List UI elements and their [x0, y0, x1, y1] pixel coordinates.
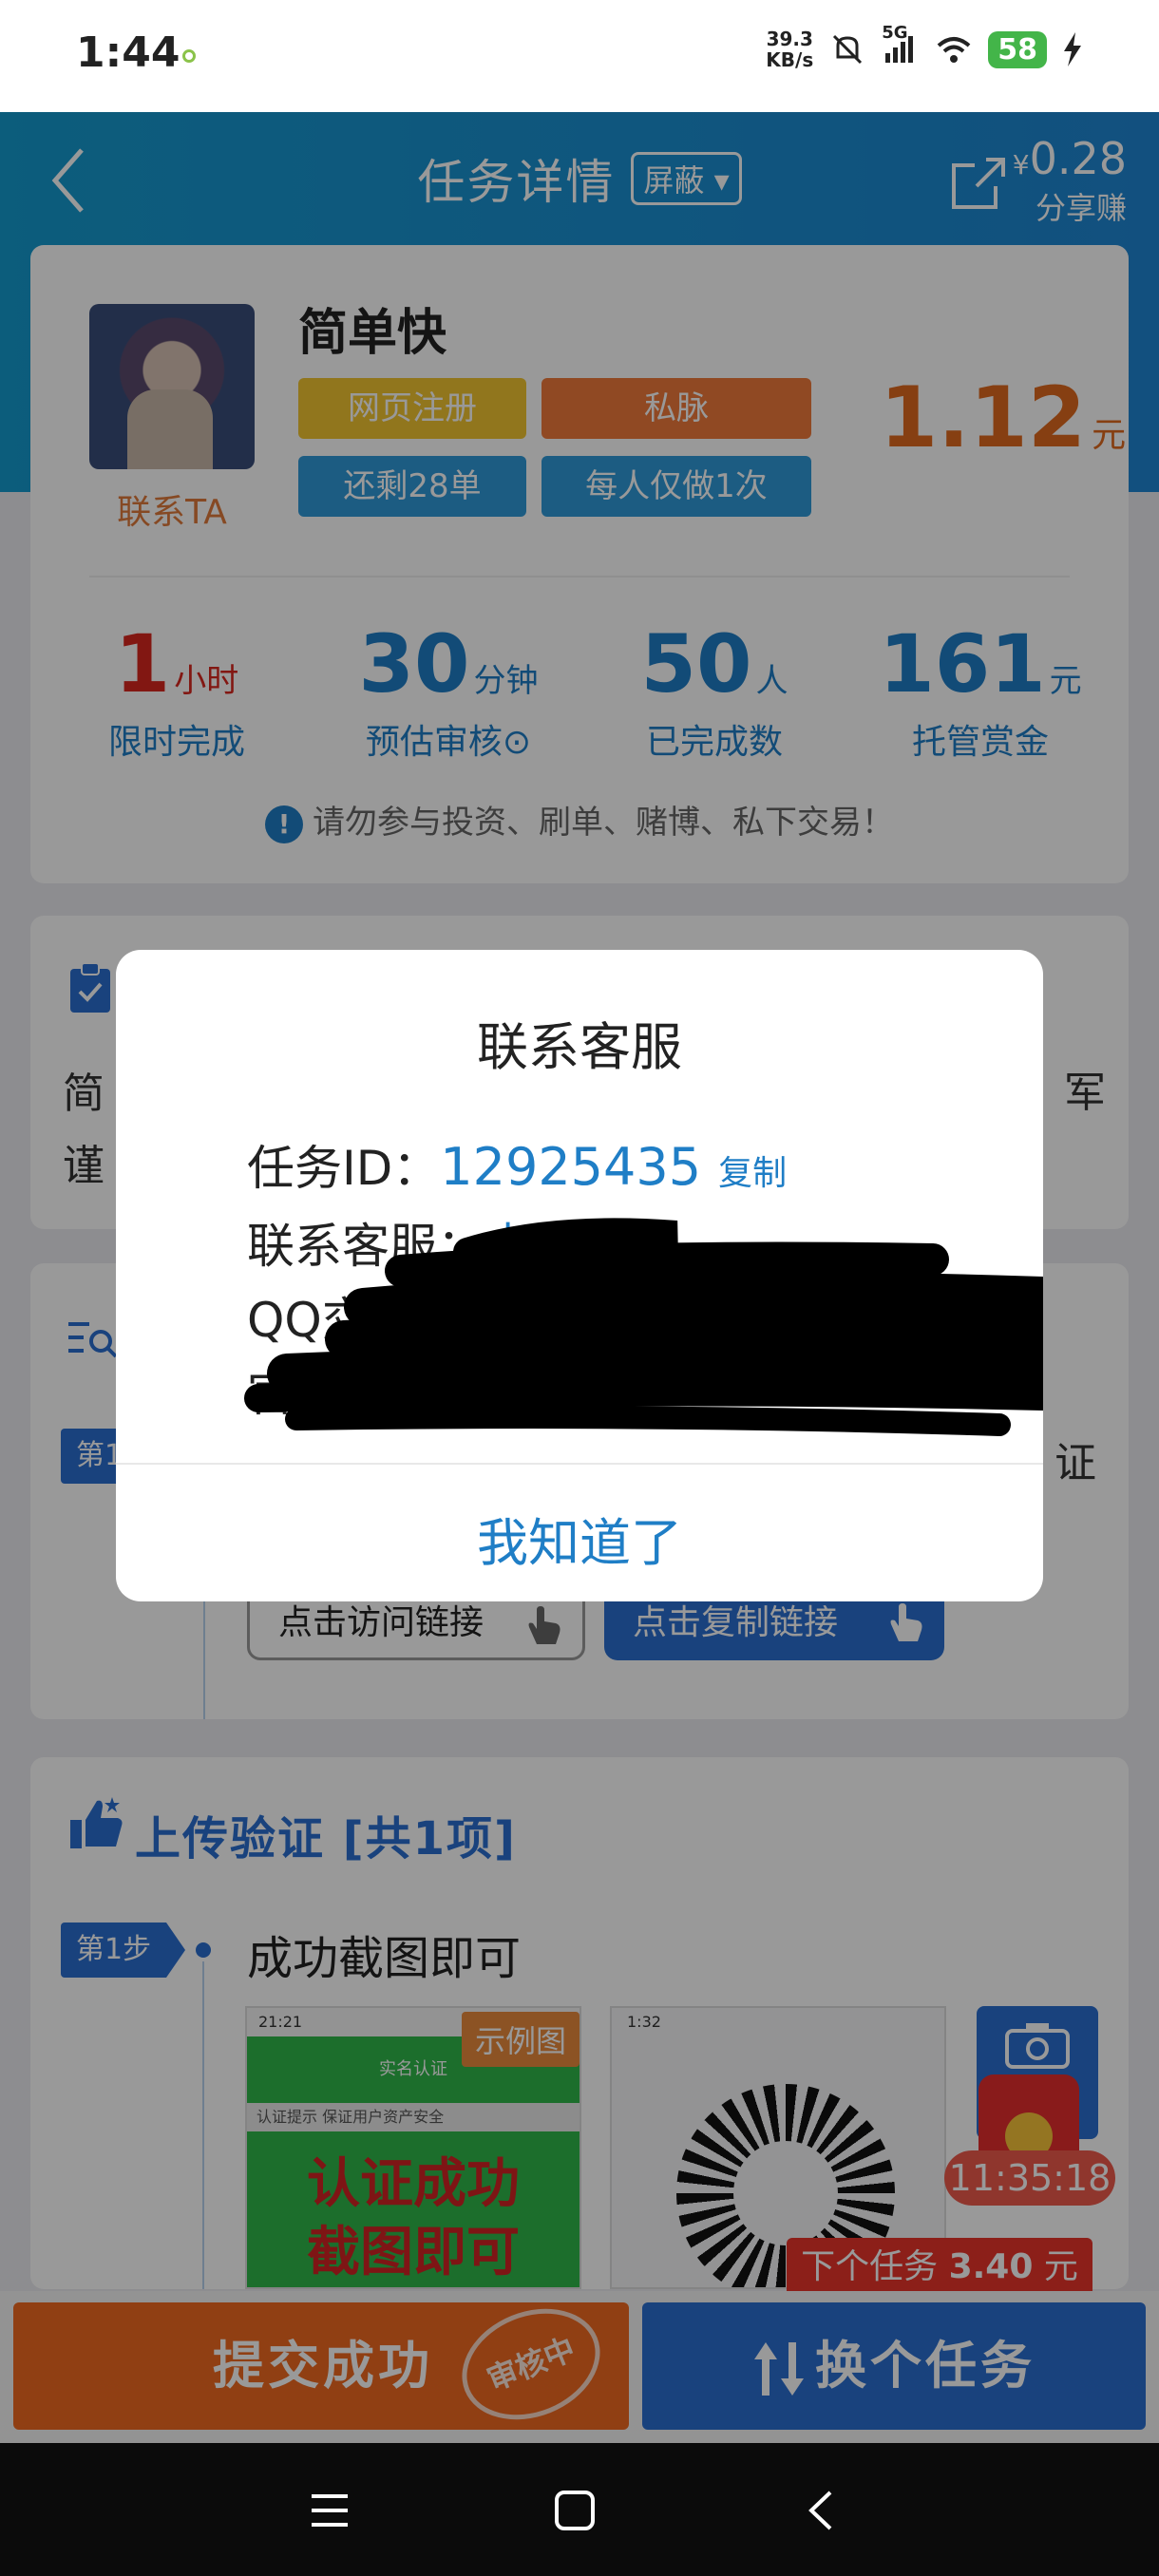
mute-icon	[833, 34, 863, 65]
contact-service-dialog: 联系客服 任务ID：12925435 复制 联系客服：点击进入 QQ交流群 官 我…	[116, 950, 1043, 1601]
menu-icon[interactable]	[306, 2487, 353, 2534]
home-icon[interactable]	[551, 2487, 598, 2534]
wifi-icon	[937, 37, 971, 63]
cell-signal-icon: 5G	[882, 23, 920, 70]
got-it-button[interactable]: 我知道了	[116, 1501, 1043, 1576]
back-icon[interactable]	[798, 2487, 846, 2534]
status-time: 1:44	[76, 28, 180, 77]
system-nav-bar	[0, 2443, 1159, 2576]
notification-dot-icon	[182, 49, 196, 63]
status-icons: 39.3 KB/s 5G 58	[766, 23, 1083, 71]
battery-indicator: 58	[988, 30, 1047, 68]
dialog-divider	[116, 1463, 1043, 1465]
status-bar: 1:44 39.3 KB/s 5G 58	[0, 0, 1159, 112]
charging-icon	[1064, 32, 1081, 66]
net-speed: 39.3 KB/s	[766, 28, 814, 71]
